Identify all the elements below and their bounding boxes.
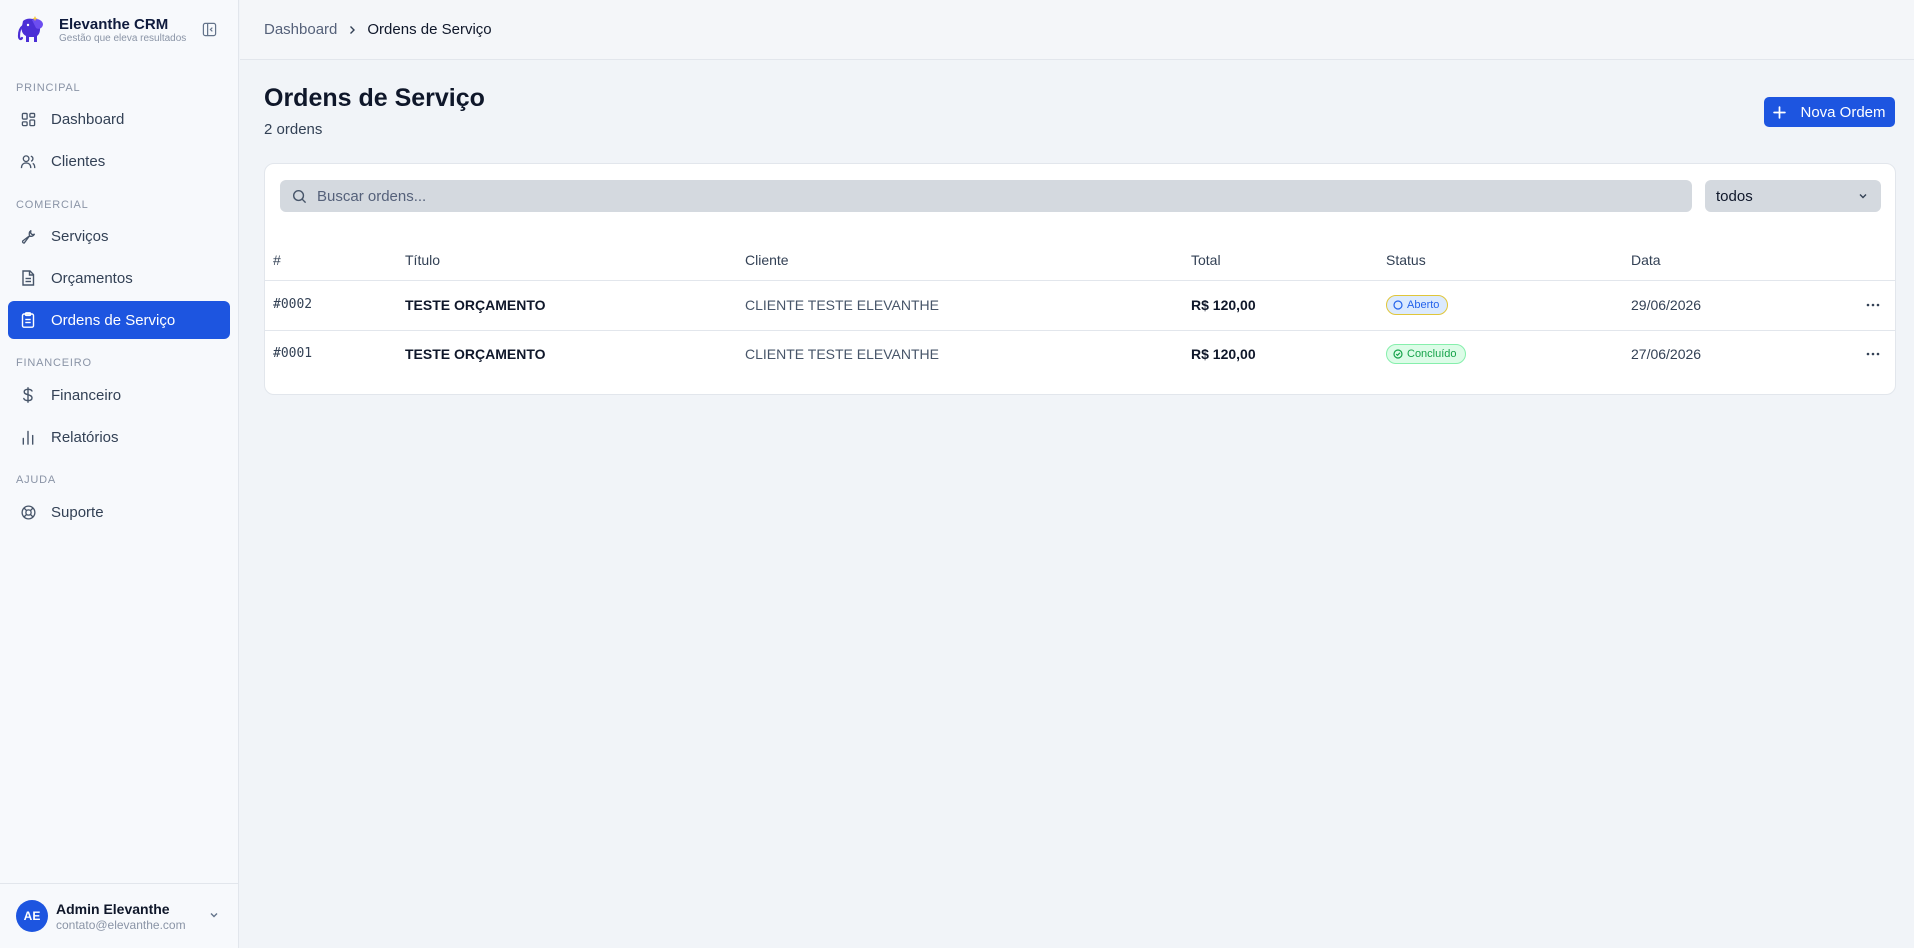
section-label-financeiro: FINANCEIRO (16, 357, 92, 369)
column-header-client: Cliente (745, 252, 789, 268)
sidebar-item-dashboard[interactable]: Dashboard (8, 100, 230, 138)
status-filter-select[interactable]: todos (1705, 180, 1881, 212)
file-text-icon (20, 270, 36, 286)
clipboard-icon (20, 312, 36, 328)
sidebar-item-label: Orçamentos (51, 269, 133, 287)
section-label-comercial: COMERCIAL (16, 199, 89, 211)
column-header-total: Total (1191, 252, 1221, 268)
sidebar-collapse-button[interactable] (200, 20, 218, 38)
order-total: R$ 120,00 (1191, 346, 1256, 362)
order-client: CLIENTE TESTE ELEVANTHE (745, 346, 939, 362)
sidebar-item-servicos[interactable]: Serviços (8, 217, 230, 255)
sidebar-item-financeiro[interactable]: Financeiro (8, 376, 230, 414)
order-title: TESTE ORÇAMENTO (405, 346, 546, 362)
table-row[interactable]: #0001 TESTE ORÇAMENTO CLIENTE TESTE ELEV… (265, 330, 1895, 379)
orders-count: 2 ordens (264, 121, 323, 138)
order-title: TESTE ORÇAMENTO (405, 297, 546, 313)
check-circle-icon (1393, 349, 1403, 359)
chevron-right-icon (347, 25, 357, 35)
column-header-date: Data (1631, 252, 1661, 268)
breadcrumb: Dashboard Ordens de Serviço (240, 0, 1914, 60)
brand-tagline: Gestão que eleva resultados (59, 32, 187, 44)
breadcrumb-dashboard-link[interactable]: Dashboard (264, 21, 337, 38)
row-actions-button[interactable] (1861, 299, 1885, 311)
sidebar-item-label: Dashboard (51, 110, 125, 128)
sidebar: Elevanthe CRM Gestão que eleva resultado… (0, 0, 239, 948)
status-label: Aberto (1407, 299, 1440, 311)
column-header-title: Título (405, 252, 441, 268)
order-client: CLIENTE TESTE ELEVANTHE (745, 297, 939, 313)
layout-grid-icon (20, 111, 36, 127)
sidebar-item-label: Clientes (51, 152, 106, 170)
sidebar-item-suporte[interactable]: Suporte (8, 493, 230, 531)
avatar: AE (16, 900, 48, 932)
table-row[interactable]: #0002 TESTE ORÇAMENTO CLIENTE TESTE ELEV… (265, 281, 1895, 330)
elephant-logo-icon (17, 16, 43, 42)
sidebar-item-orcamentos[interactable]: Orçamentos (8, 259, 230, 297)
dollar-icon (20, 387, 36, 403)
search-input[interactable] (317, 187, 1667, 205)
users-icon (20, 153, 36, 169)
search-box[interactable] (280, 180, 1692, 212)
sidebar-item-relatorios[interactable]: Relatórios (8, 418, 230, 456)
user-menu[interactable]: AE Admin Elevanthe contato@elevanthe.com (0, 883, 239, 948)
sidebar-item-label: Financeiro (51, 386, 122, 404)
life-buoy-icon (20, 504, 36, 520)
status-badge: Concluído (1386, 344, 1466, 364)
plus-icon (1773, 105, 1787, 119)
sidebar-item-label: Serviços (51, 227, 109, 245)
sidebar-item-label: Suporte (51, 503, 104, 521)
bar-chart-icon (20, 429, 36, 445)
new-order-button[interactable]: Nova Ordem (1764, 97, 1895, 127)
user-name: Admin Elevanthe (56, 900, 170, 917)
order-date: 27/06/2026 (1631, 346, 1702, 362)
column-header-number: # (273, 252, 281, 268)
chevron-down-icon (210, 913, 218, 918)
breadcrumb-current: Ordens de Serviço (367, 21, 492, 38)
chevron-down-icon (1859, 194, 1867, 199)
status-badge: Aberto (1386, 295, 1449, 315)
panel-left-icon (202, 22, 216, 36)
sidebar-item-clientes[interactable]: Clientes (8, 142, 230, 180)
user-email: contato@elevanthe.com (56, 917, 186, 932)
more-horizontal-icon (1866, 352, 1880, 356)
sidebar-item-label: Relatórios (51, 428, 119, 446)
wrench-icon (20, 228, 36, 244)
order-total: R$ 120,00 (1191, 297, 1256, 313)
sidebar-item-label: Ordens de Serviço (51, 311, 176, 329)
section-label-ajuda: AJUDA (16, 474, 57, 486)
more-horizontal-icon (1866, 303, 1880, 307)
page-title: Ordens de Serviço (264, 84, 485, 112)
order-date: 29/06/2026 (1631, 297, 1702, 313)
order-number: #0001 (273, 346, 313, 361)
section-label-principal: PRINCIPAL (16, 82, 81, 94)
order-number: #0002 (273, 297, 313, 312)
brand-name: Elevanthe CRM (59, 15, 169, 33)
row-actions-button[interactable] (1861, 348, 1885, 360)
sidebar-item-ordens-de-servico[interactable]: Ordens de Serviço (8, 301, 230, 339)
status-label: Concluído (1407, 348, 1457, 360)
status-filter-value: todos (1716, 187, 1753, 205)
search-icon (292, 189, 307, 204)
new-order-label: Nova Ordem (1800, 103, 1886, 121)
column-header-status: Status (1386, 252, 1426, 268)
circle-icon (1393, 300, 1403, 310)
orders-card: todos # Título Cliente Total Status Data… (264, 163, 1896, 395)
